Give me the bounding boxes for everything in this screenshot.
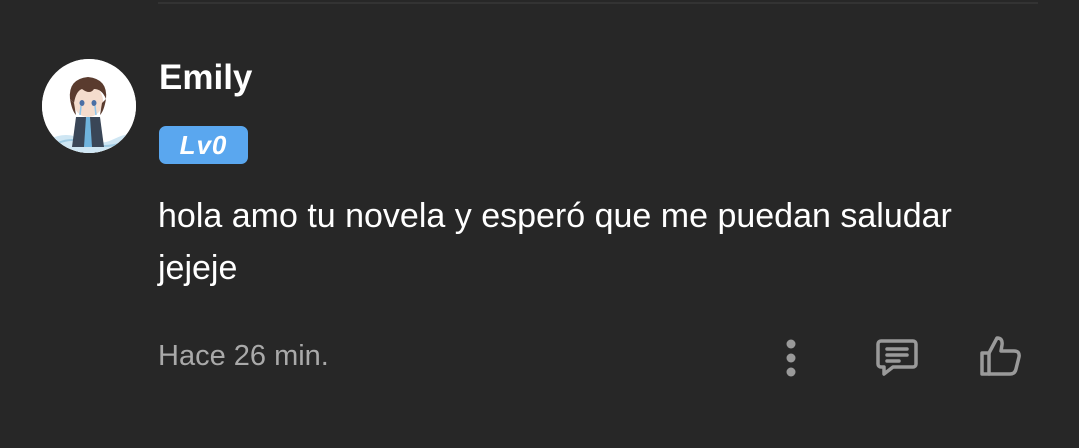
comment-timestamp: Hace 26 min. xyxy=(158,340,329,372)
avatar[interactable] xyxy=(42,59,136,153)
username[interactable]: Emily xyxy=(159,58,252,98)
comment-text: hola amo tu novela y esperó que me pueda… xyxy=(158,197,952,287)
more-vertical-icon[interactable] xyxy=(772,336,810,380)
level-badge-label: Lv0 xyxy=(179,129,228,160)
thumbs-up-icon[interactable] xyxy=(976,332,1024,380)
avatar-illustration xyxy=(42,59,136,153)
comment-reply-icon[interactable] xyxy=(873,333,921,381)
comment-item: Emily Lv0 hola amo tu novela y esperó qu… xyxy=(0,0,1079,448)
level-badge: Lv0 xyxy=(159,126,248,164)
